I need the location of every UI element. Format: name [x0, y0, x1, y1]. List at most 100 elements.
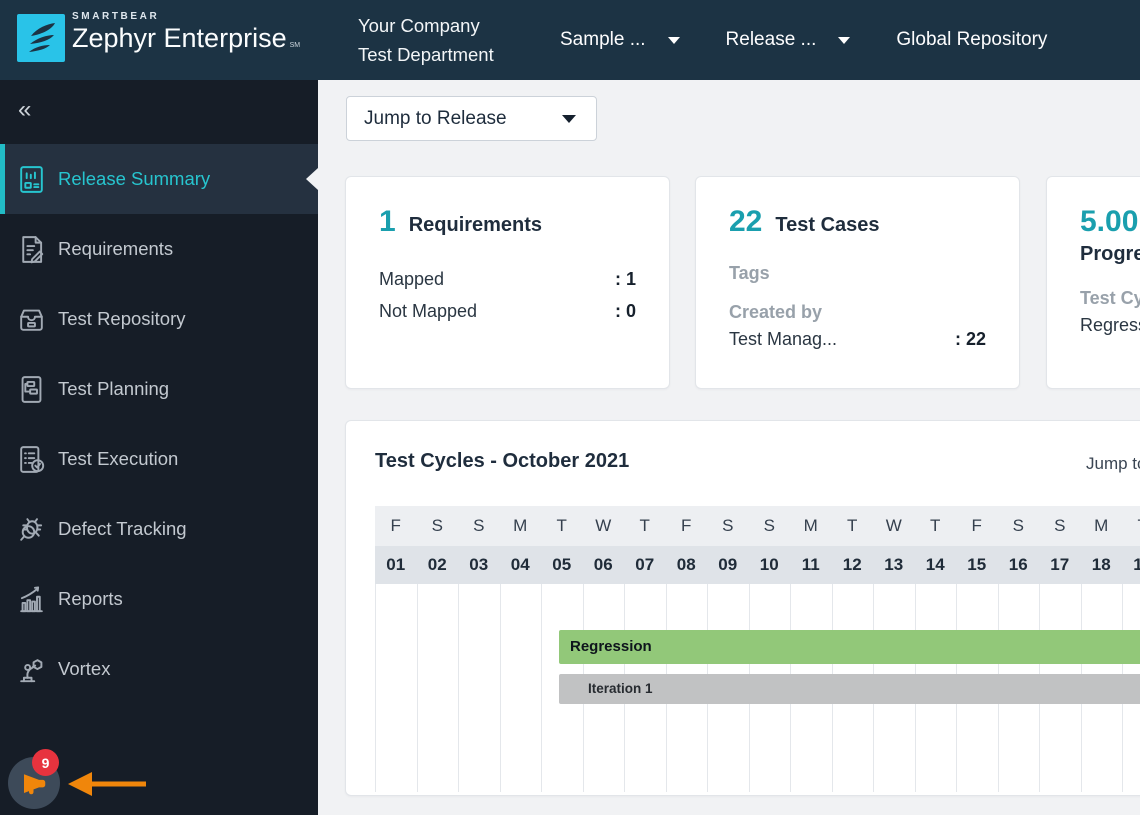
day-number-cell: 05	[552, 555, 572, 574]
progress-card: 5.00 Progress Test Cycle Regression	[1046, 176, 1140, 389]
header-nav-label: Release ...	[725, 29, 817, 50]
gantt-day-column	[459, 584, 501, 792]
active-item-notch	[306, 168, 318, 190]
company-name: Your Company	[358, 15, 480, 36]
gantt-jump-link[interactable]: Jump to	[1086, 454, 1140, 474]
day-number-cell: 16	[1008, 555, 1028, 574]
gantt-title: Test Cycles - October 2021	[375, 450, 630, 472]
gantt-bar-iteration-1[interactable]: Iteration 1	[559, 674, 1140, 704]
day-letter-cell: S	[431, 516, 443, 535]
created-by-value: : 22	[954, 329, 986, 349]
sidebar-item-test-execution[interactable]: Test Execution	[0, 424, 318, 494]
day-number-cell: 02	[427, 555, 447, 574]
day-number-cell: 13	[884, 555, 904, 574]
sidebar-collapse-button[interactable]: «	[18, 98, 31, 122]
progress-row-label: Regression	[1080, 315, 1140, 335]
test-cases-card-title: Test Cases	[775, 214, 880, 236]
day-letter-cell: T	[930, 516, 941, 535]
day-letter-cell: F	[971, 516, 982, 535]
defect-tracking-icon	[15, 513, 48, 546]
sidebar-item-vortex[interactable]: Vortex	[0, 634, 318, 704]
created-by-row: Test Manag... : 22	[729, 323, 986, 355]
department-name: Test Department	[358, 44, 494, 65]
test-planning-icon	[15, 373, 48, 406]
day-letter-cell: T	[847, 516, 858, 535]
jump-to-release-dropdown[interactable]: Jump to Release	[346, 96, 597, 141]
day-letter-cell: S	[1054, 516, 1066, 535]
annotation-arrow-icon	[64, 769, 148, 799]
sidebar-item-label: Defect Tracking	[58, 518, 187, 539]
day-letter-cell: M	[803, 516, 818, 535]
notifications-button[interactable]: 9	[8, 749, 60, 809]
day-number-cell: 17	[1050, 555, 1070, 574]
reports-icon	[15, 583, 48, 616]
day-number-cell: 03	[469, 555, 489, 574]
trademark: SM	[289, 42, 301, 49]
day-numbers-row: 01 02 03 04 05 06 07 08 09 10 11 12 13 14 15 16 17 18 19	[375, 546, 1140, 584]
zephyr-logo[interactable]	[17, 14, 65, 62]
progress-value: 5.00	[1080, 205, 1139, 238]
requirements-card-title: Requirements	[408, 214, 543, 236]
sidebar-item-reports[interactable]: Reports	[0, 564, 318, 634]
day-number-cell: 09	[718, 555, 738, 574]
sidebar-item-test-planning[interactable]: Test Planning	[0, 354, 318, 424]
day-letter-cell: S	[722, 516, 734, 535]
main-content: Jump to Release 1 Requirements Mapped : …	[318, 80, 1140, 815]
release-summary-icon	[15, 163, 48, 196]
created-by-label: Test Manag...	[729, 329, 838, 349]
sidebar-item-defect-tracking[interactable]: Defect Tracking	[0, 494, 318, 564]
sidebar-item-label: Test Planning	[58, 378, 170, 399]
gantt-day-column	[501, 584, 542, 792]
sidebar-item-label: Test Execution	[58, 448, 179, 469]
header-nav-global-repository[interactable]: Global Repository	[896, 29, 1047, 51]
day-letter-cell: M	[1094, 516, 1109, 535]
sidebar-item-label: Requirements	[58, 238, 174, 259]
day-number-cell: 04	[510, 555, 530, 574]
not-mapped-row: Not Mapped : 0	[379, 295, 636, 327]
day-number-cell: 11	[801, 555, 820, 574]
header-nav-label: Sample ...	[560, 29, 646, 50]
created-by-heading: Created by	[729, 302, 823, 322]
day-number-cell: 10	[759, 555, 779, 574]
gantt-grid: FSSMTWTFSSMTWTFSSMT 01020304050607080910…	[375, 506, 1140, 792]
header-nav: Sample ... Release ... Global Repository	[560, 0, 1047, 80]
sidebar: « Release Summary Requirements Test Reposi…	[0, 80, 318, 815]
smartbear-label: SMARTBEAR	[72, 11, 160, 22]
header-nav-release[interactable]: Release ...	[726, 29, 851, 51]
sidebar-item-label: Vortex	[58, 658, 111, 679]
company-block: Your Company Test Department	[358, 11, 494, 69]
day-number-cell: 18	[1091, 555, 1111, 574]
header-nav-sample[interactable]: Sample ...	[560, 29, 680, 51]
test-repository-icon	[15, 303, 48, 336]
sidebar-nav: Release Summary Requirements Test Reposito…	[0, 144, 318, 704]
day-letter-cell: M	[513, 516, 528, 535]
gantt-body: Regression Iteration 1	[375, 584, 1140, 792]
not-mapped-value: : 0	[614, 301, 636, 321]
sidebar-item-test-repository[interactable]: Test Repository	[0, 284, 318, 354]
day-number-cell: 15	[967, 555, 987, 574]
not-mapped-label: Not Mapped	[379, 301, 478, 321]
gantt-bar-regression[interactable]: Regression	[559, 630, 1140, 664]
tags-heading: Tags	[729, 263, 770, 283]
mapped-row: Mapped : 1	[379, 263, 636, 295]
day-letter-cell: S	[1012, 516, 1024, 535]
notification-count-badge: 9	[32, 749, 59, 776]
test-cycle-heading: Test Cycle	[1080, 288, 1140, 308]
sidebar-item-requirements[interactable]: Requirements	[0, 214, 318, 284]
day-letter-cell: W	[885, 516, 902, 535]
chevron-down-icon	[562, 114, 576, 123]
jump-to-release-label: Jump to Release	[364, 107, 507, 129]
sidebar-item-label: Test Repository	[58, 308, 186, 329]
top-header: SMARTBEAR Zephyr Enterprise SM Your Compa…	[0, 0, 1140, 80]
gantt-day-column	[376, 584, 418, 792]
gantt-day-column	[418, 584, 459, 792]
day-letter-cell: S	[473, 516, 485, 535]
sidebar-item-release-summary[interactable]: Release Summary	[0, 144, 318, 214]
day-number-cell: 08	[676, 555, 696, 574]
test-cases-count: 22	[729, 205, 763, 238]
header-nav-label: Global Repository	[896, 29, 1048, 50]
product-name: Zephyr Enterprise	[72, 23, 287, 53]
requirements-count: 1	[379, 205, 396, 238]
mapped-label: Mapped	[379, 269, 445, 289]
day-letter-cell: T	[556, 516, 567, 535]
